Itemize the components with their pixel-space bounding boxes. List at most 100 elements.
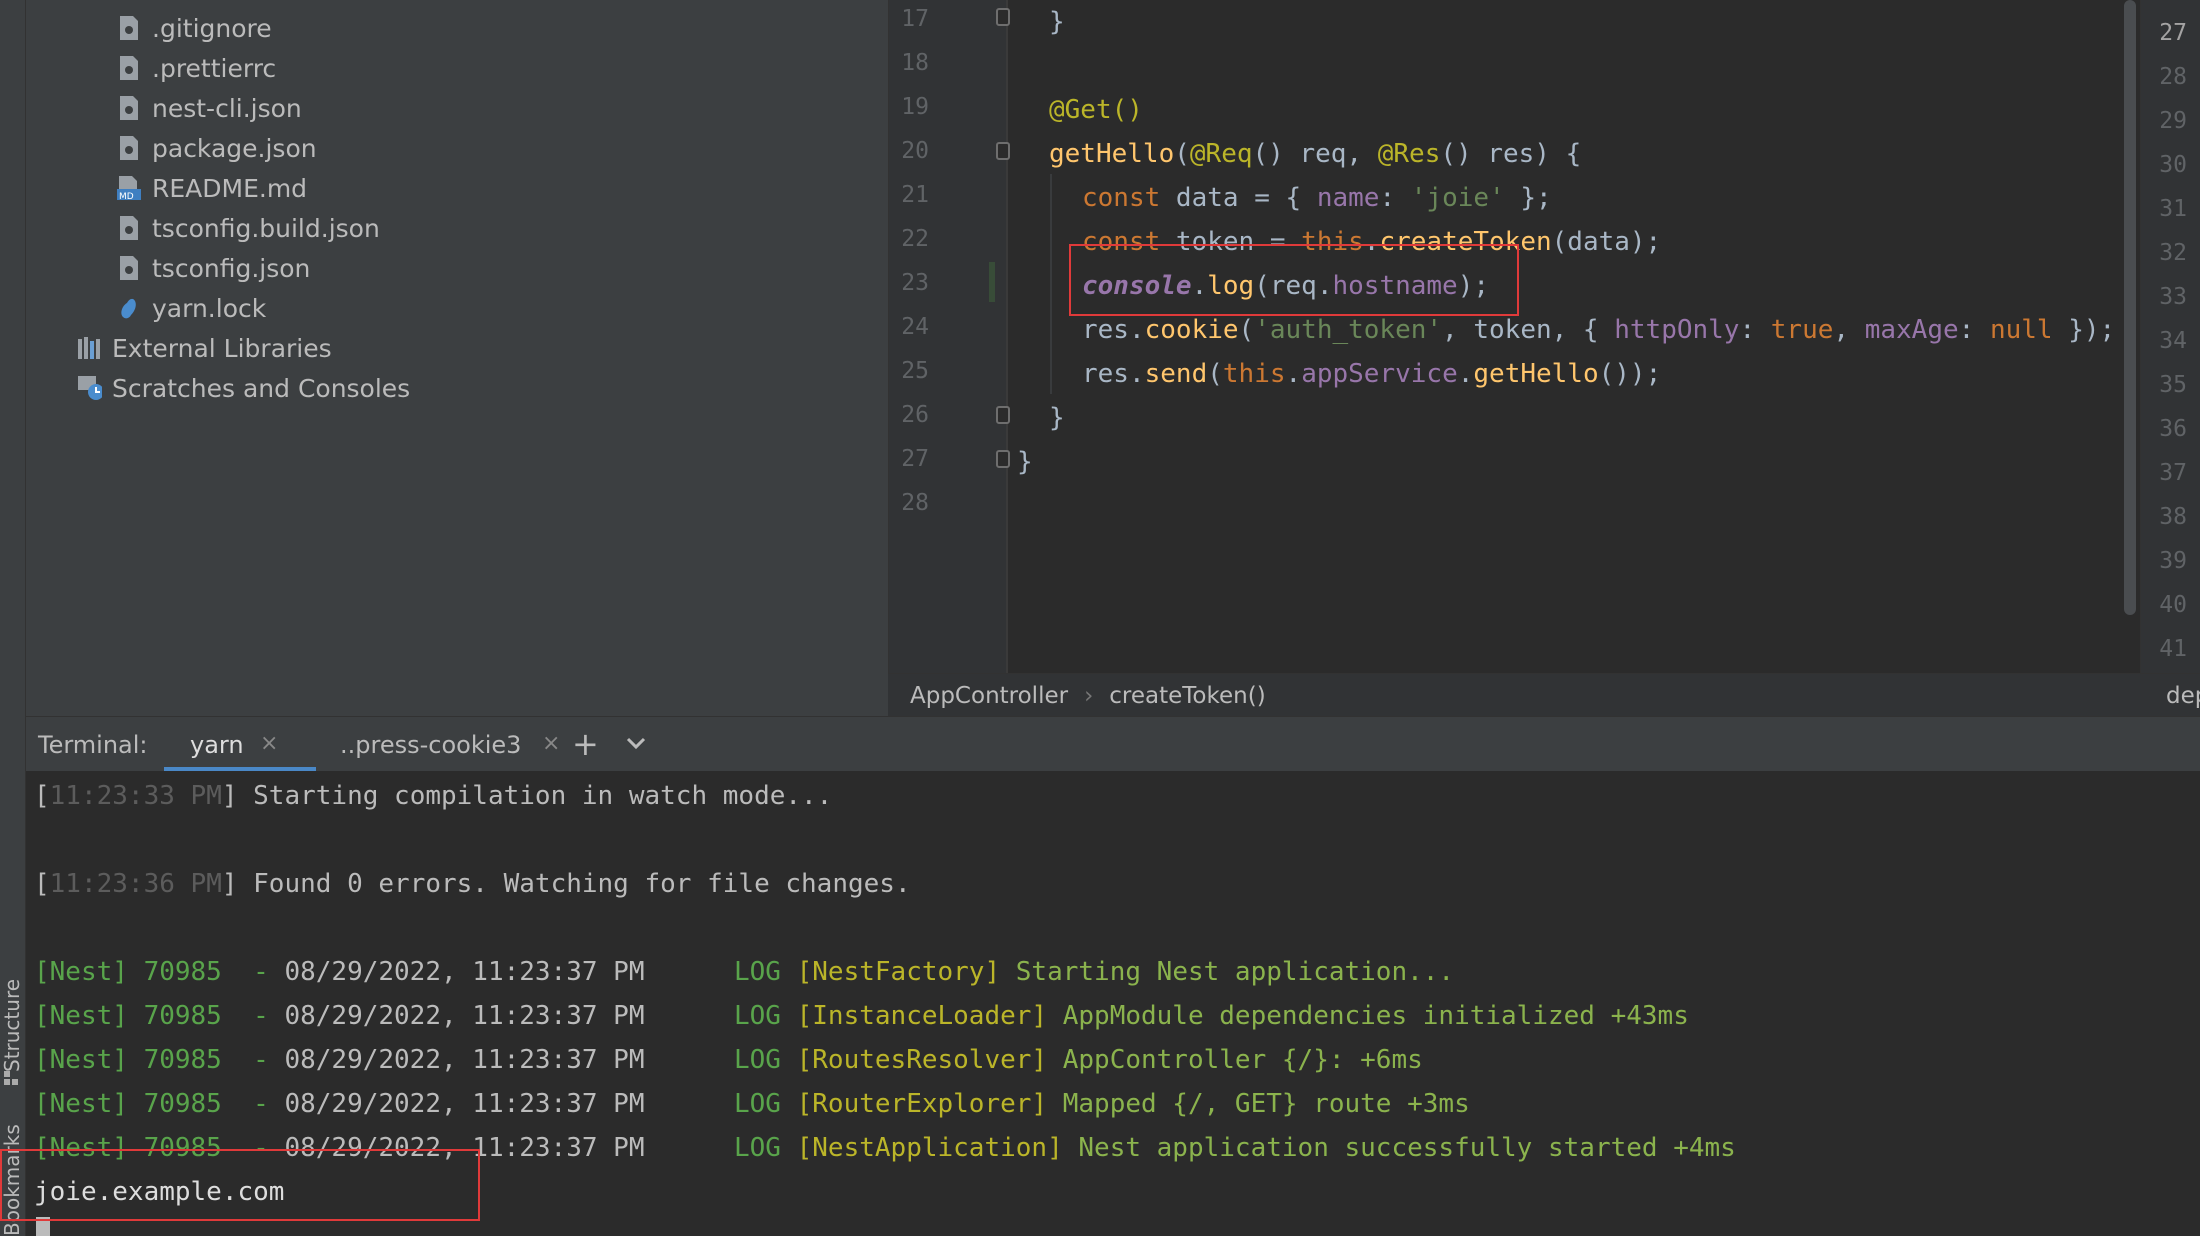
log-body: LOG [NestApplication] Nest application s… [734, 1133, 1736, 1163]
change-marker [989, 262, 995, 302]
code-token: ( [1207, 359, 1223, 389]
log-message: AppController {/}: +6ms [1062, 1045, 1423, 1075]
code-token: const [1082, 183, 1161, 213]
terminal-output[interactable]: [11:23:33 PM] Starting compilation in wa… [0, 771, 2200, 1236]
tree-item-nest-cli-json[interactable]: nest-cli.json [116, 88, 302, 128]
breadcrumb-method[interactable]: createToken() [1109, 683, 1265, 709]
tree-item-yarn-lock[interactable]: yarn.lock [116, 288, 266, 328]
code-line-25: res.send(this.appService.getHello()); [1082, 352, 1661, 396]
tree-item-label: tsconfig.build.json [152, 213, 380, 243]
nest-log-line: [Nest] 70985 - 08/29/2022, 11:23:37 PM LO… [34, 1001, 1689, 1031]
line-number: 17 [901, 6, 929, 32]
nest-log-line: [Nest] 70985 - 08/29/2022, 11:23:37 PM LO… [34, 1089, 1470, 1119]
code-token: appService [1301, 359, 1458, 389]
tree-item-package-json[interactable]: package.json [116, 128, 317, 168]
tree-item-tsconfig-build-json[interactable]: tsconfig.build.json [116, 208, 380, 248]
json-file-icon [116, 94, 142, 122]
project-tree: .gitignore .prettierrc nest-cli.json pac… [26, 0, 888, 716]
terminal-text: Found 0 errors. Watching for file change… [253, 869, 911, 899]
left-tool-strip: Structure Bookmarks [0, 0, 26, 1236]
fold-icon[interactable] [996, 406, 1010, 424]
log-prefix: [Nest] 70985 - [34, 1001, 285, 1031]
chevron-down-icon[interactable] [624, 731, 648, 755]
line-number: 23 [901, 270, 929, 296]
editor-gutter: 17 18 19 20 21 22 23 24 25 26 27 28 [889, 0, 1007, 673]
code-token: } [1049, 7, 1065, 37]
code-token: }; [1504, 183, 1552, 213]
line-number: 34 [2159, 328, 2187, 354]
code-editor[interactable]: 17 18 19 20 21 22 23 24 25 26 27 28 } @G… [888, 0, 2139, 673]
tree-item-tsconfig-json[interactable]: tsconfig.json [116, 248, 310, 288]
close-icon[interactable]: × [542, 731, 560, 756]
code-token: send [1144, 359, 1208, 389]
code-token: } [1017, 447, 1033, 477]
terminal-tab-press-cookie3[interactable]: ..press-cookie3 × [316, 717, 566, 772]
line-number: 37 [2159, 460, 2187, 486]
markdown-file-icon: MD [116, 174, 142, 202]
indent-guide [1050, 174, 1052, 394]
structure-icon [4, 1070, 18, 1085]
code-token: true [1770, 315, 1834, 345]
line-number: 30 [2159, 152, 2187, 178]
tree-item-label: yarn.lock [152, 293, 267, 323]
highlight-box-console-log [1069, 244, 1519, 316]
breadcrumb-class[interactable]: AppController [910, 683, 1068, 709]
log-body: LOG [RoutesResolver] AppController {/}: … [734, 1045, 1423, 1075]
terminal-tab-yarn[interactable]: yarn × [164, 717, 316, 772]
code-token: () req, [1252, 139, 1378, 169]
terminal-label: Terminal: [38, 731, 148, 759]
editor-scrollbar[interactable] [2124, 0, 2136, 615]
code-token: : [1739, 315, 1771, 345]
log-level: LOG [734, 1045, 781, 1075]
tree-item-readme[interactable]: MD README.md [116, 168, 307, 208]
code-line-21: const data = { name: 'joie' }; [1082, 176, 1552, 220]
code-token: ( [1174, 139, 1190, 169]
svg-text:MD: MD [119, 192, 134, 201]
nest-log-line: [Nest] 70985 - 08/29/2022, 11:23:37 PM LO… [34, 1045, 1423, 1075]
terminal-timestamp: 11:23:33 PM [49, 781, 222, 811]
terminal-tab-label: yarn [190, 731, 244, 759]
tree-item-external-libraries[interactable]: External Libraries [76, 328, 332, 368]
log-level: LOG [734, 1133, 781, 1163]
line-number: 21 [901, 182, 929, 208]
close-icon[interactable]: × [260, 731, 278, 756]
tree-item-gitignore[interactable]: .gitignore [116, 8, 272, 48]
code-token: . [1457, 359, 1474, 389]
line-number: 31 [2159, 196, 2187, 222]
log-level: LOG [734, 1001, 781, 1031]
code-token: (data); [1551, 227, 1662, 257]
line-number: 19 [901, 94, 929, 120]
line-number: 29 [2159, 108, 2187, 134]
code-line-20: getHello(@Req() req, @Res() res) { [1049, 132, 1581, 176]
log-message: AppModule dependencies initialized +43ms [1062, 1001, 1689, 1031]
fold-icon[interactable] [996, 450, 1010, 468]
code-token: httpOnly [1614, 315, 1740, 345]
config-file-icon [116, 54, 142, 82]
terminal-header: Terminal: yarn × ..press-cookie3 × + [26, 716, 2200, 773]
fold-icon[interactable] [996, 8, 1010, 26]
code-token: data = { [1160, 183, 1317, 213]
terminal-text: Starting compilation in watch mode... [253, 781, 833, 811]
split-editor-gutter: 27 28 29 30 31 32 33 34 35 36 37 38 39 4… [2140, 0, 2200, 673]
json-file-icon [116, 254, 142, 282]
config-file-icon [116, 14, 142, 42]
line-number: 40 [2159, 592, 2187, 618]
add-tab-icon[interactable]: + [572, 725, 599, 763]
terminal-timestamp: 11:23:36 PM [49, 869, 222, 899]
tree-item-prettierrc[interactable]: .prettierrc [116, 48, 276, 88]
tree-item-label: Scratches and Consoles [112, 373, 411, 403]
code-token: maxAge [1864, 315, 1959, 345]
fold-icon[interactable] [996, 142, 1010, 160]
code-token: @Res [1377, 139, 1441, 169]
code-line-17: } [1049, 0, 1065, 44]
code-line-24: res.cookie('auth_token', token, { httpOn… [1082, 308, 2115, 352]
line-number: 32 [2159, 240, 2187, 266]
log-context: [RoutesResolver] [796, 1045, 1048, 1075]
line-number: 27 [2159, 20, 2187, 46]
tree-item-label: External Libraries [112, 333, 332, 363]
line-number: 41 [2159, 636, 2187, 662]
tree-item-label: tsconfig.json [152, 253, 311, 283]
tree-item-scratches-and-consoles[interactable]: Scratches and Consoles [76, 368, 410, 408]
terminal-line: [11:23:36 PM] Found 0 errors. Watching f… [34, 869, 911, 899]
line-number: 28 [901, 490, 929, 516]
